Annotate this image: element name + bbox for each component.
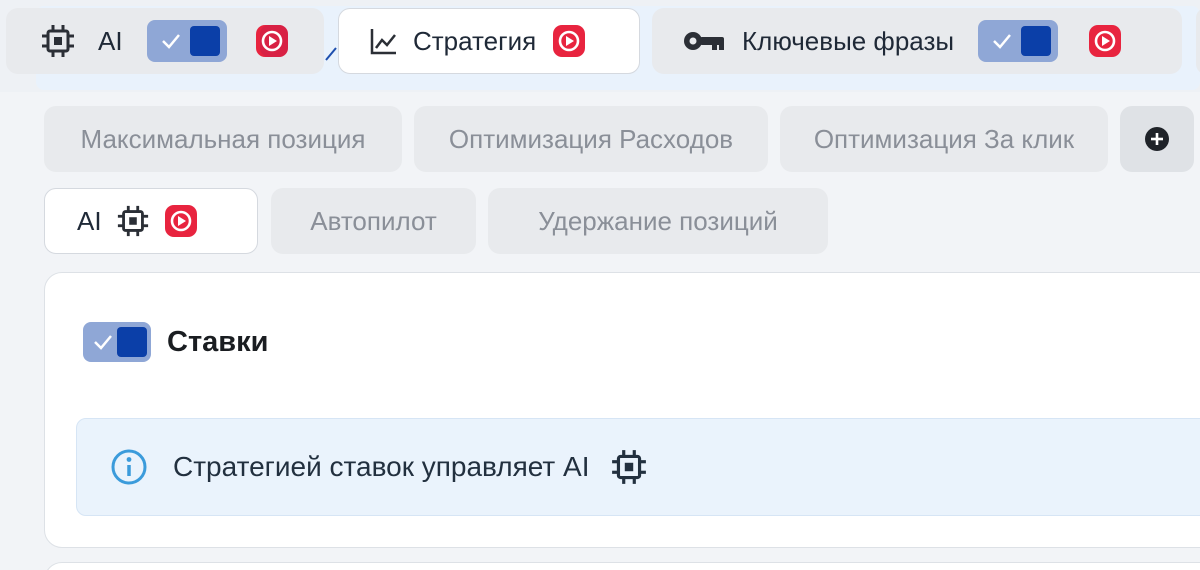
tab-strategy[interactable]: Стратегия [338, 8, 640, 74]
play-badge-icon[interactable] [1088, 24, 1122, 58]
toggle-knob [117, 327, 147, 357]
info-text: Стратегией ставок управляет AI [173, 451, 590, 482]
toggle-knob [1021, 26, 1052, 56]
info-banner: Стратегией ставок управляет AI [76, 418, 1200, 516]
tab-strategy-label: Стратегия [413, 25, 537, 56]
bids-title: Ставки [167, 326, 269, 358]
mode-hold-positions[interactable]: Удержание позиций [488, 188, 828, 254]
add-strategy-button[interactable] [1120, 106, 1194, 172]
tab-keywords[interactable]: Ключевые фразы [652, 8, 1182, 74]
bids-toggle[interactable] [83, 322, 151, 362]
key-icon [684, 32, 724, 50]
play-badge-icon[interactable] [164, 204, 198, 238]
strategy-optimize-click[interactable]: Оптимизация За клик [780, 106, 1108, 172]
play-badge-icon[interactable] [255, 24, 289, 58]
toggle-knob [189, 26, 220, 56]
plus-circle-icon [1145, 127, 1169, 151]
mode-ai-label: AI [77, 205, 102, 236]
strategy-max-position[interactable]: Максимальная позиция [44, 106, 402, 172]
next-card [44, 562, 1200, 570]
cpu-chip-icon [117, 205, 148, 237]
check-icon [161, 34, 180, 49]
mode-autopilot[interactable]: Автопилот [271, 188, 476, 254]
keywords-toggle[interactable] [978, 20, 1059, 62]
pencil-icon [325, 47, 337, 61]
tab-keywords-label: Ключевые фразы [742, 25, 955, 56]
cpu-chip-icon [611, 450, 646, 484]
check-icon [993, 34, 1012, 49]
tab-ai-label: AI [98, 25, 123, 56]
mode-ai[interactable]: AI [44, 188, 258, 254]
tab-overflow-edge[interactable] [1196, 8, 1200, 74]
cpu-chip-icon [42, 25, 74, 57]
ai-toggle[interactable] [146, 20, 227, 62]
line-chart-icon [370, 29, 396, 55]
strategy-optimize-spend[interactable]: Оптимизация Расходов [414, 106, 768, 172]
info-circle-icon [111, 449, 147, 485]
check-icon [94, 335, 112, 350]
play-badge-icon[interactable] [552, 24, 586, 58]
tab-ai[interactable]: AI [6, 8, 324, 74]
